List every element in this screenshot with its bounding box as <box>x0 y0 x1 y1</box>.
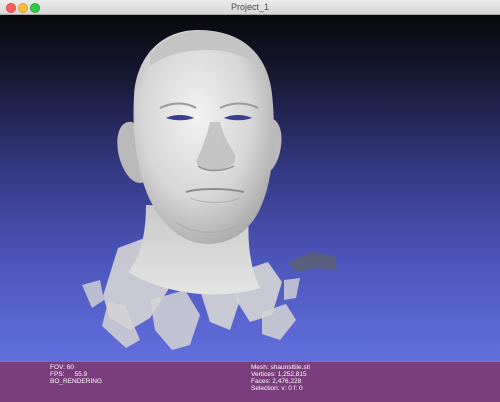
vertex-count: Vertices: 1,252,815 <box>251 371 307 378</box>
window-title: Project_1 <box>230 2 270 12</box>
fps-readout: FPS: 55.9 <box>50 371 102 378</box>
3d-viewport[interactable] <box>0 15 500 362</box>
fps-value: 55.9 <box>74 371 88 378</box>
status-bar: FOV: 60 FPS: 55.9 BO_RENDERING Mesh: shau… <box>0 362 500 402</box>
fov-readout: FOV: 60 <box>50 364 74 371</box>
face-count: Faces: 2,476,228 <box>251 378 302 385</box>
app-window: Project_1 FOV: 60 FPS: 55.9 BO_RENDERING… <box>0 0 500 402</box>
fps-label: FPS: <box>50 371 65 378</box>
render-mode: BO_RENDERING <box>50 378 103 385</box>
title-bar[interactable]: Project_1 <box>0 0 500 15</box>
render-info: FOV: 60 FPS: 55.9 BO_RENDERING <box>50 364 102 385</box>
mesh-render <box>82 30 338 350</box>
selection-info: Selection: v: 0 f: 0 <box>251 385 303 392</box>
mesh-info: Mesh: shaunsttile.stl Vertices: 1,252,81… <box>251 364 310 392</box>
mesh-name: Mesh: shaunsttile.stl <box>251 364 310 371</box>
